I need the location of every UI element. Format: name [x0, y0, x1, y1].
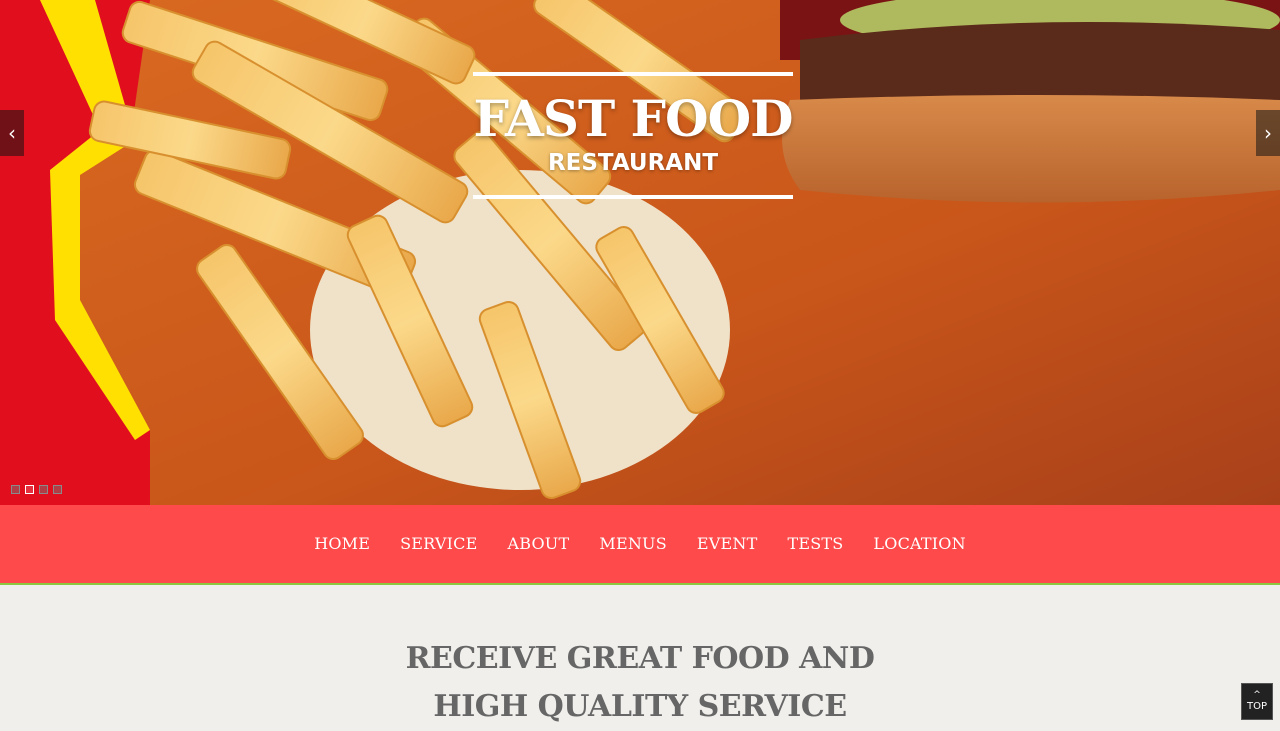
hero-slider: FAST FOOD RESTAURANT ‹ ›: [0, 0, 1280, 505]
slider-prev-button[interactable]: ‹: [0, 110, 24, 156]
intro-heading-line-2: HIGH QUALITY SERVICE: [433, 689, 847, 724]
back-to-top-button[interactable]: ^ TOP: [1241, 683, 1273, 720]
intro-heading: RECEIVE GREAT FOOD AND HIGH QUALITY SERV…: [340, 635, 940, 731]
slider-pagination: [11, 485, 62, 494]
intro-section: RECEIVE GREAT FOOD AND HIGH QUALITY SERV…: [0, 585, 1280, 724]
back-to-top-label: TOP: [1246, 701, 1267, 712]
chevron-right-icon: ›: [1264, 121, 1272, 145]
hero-title: FAST FOOD: [473, 89, 793, 148]
hero-title-box: FAST FOOD RESTAURANT: [473, 72, 794, 199]
slider-dot[interactable]: [11, 485, 20, 494]
nav-item-about[interactable]: ABOUT: [492, 505, 584, 583]
nav-item-event[interactable]: EVENT: [682, 505, 773, 583]
nav-item-location[interactable]: LOCATION: [858, 505, 980, 583]
intro-heading-line-1: RECEIVE GREAT FOOD AND: [405, 641, 875, 676]
chevron-left-icon: ‹: [8, 121, 16, 145]
slider-dot[interactable]: [53, 485, 62, 494]
nav-item-home[interactable]: HOME: [299, 505, 385, 583]
hero-subtitle: RESTAURANT: [547, 150, 719, 176]
slider-dot-active[interactable]: [25, 485, 34, 494]
nav-item-service[interactable]: SERVICE: [385, 505, 492, 583]
slider-next-button[interactable]: ›: [1256, 110, 1280, 156]
nav-list: HOME SERVICE ABOUT MENUS EVENT TESTS LOC…: [0, 505, 1280, 583]
nav-item-menus[interactable]: MENUS: [584, 505, 682, 583]
arrow-up-icon: ^: [1253, 690, 1261, 700]
nav-item-tests[interactable]: TESTS: [772, 505, 858, 583]
main-navigation: HOME SERVICE ABOUT MENUS EVENT TESTS LOC…: [0, 505, 1280, 585]
slider-dot[interactable]: [39, 485, 48, 494]
